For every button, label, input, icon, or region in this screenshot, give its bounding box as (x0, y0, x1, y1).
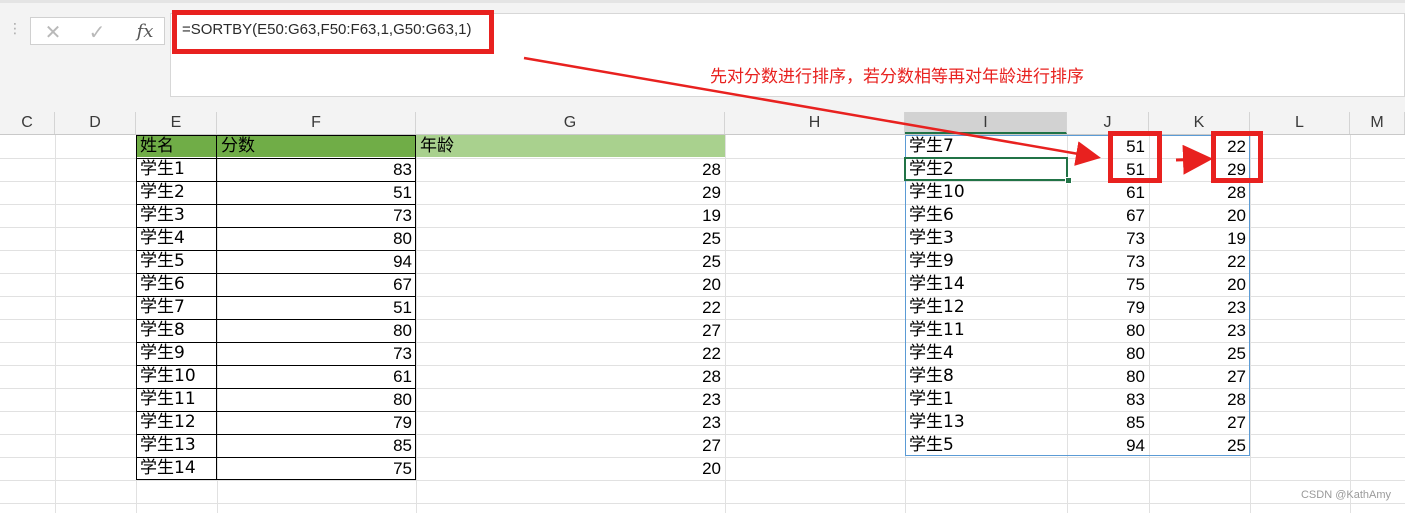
annotation-arrows (523, 56, 1213, 175)
watermark: CSDN @KathAmy (1300, 489, 1391, 501)
score-to-age-arrow (1175, 144, 1213, 175)
formula-to-result-arrow (523, 56, 1101, 166)
